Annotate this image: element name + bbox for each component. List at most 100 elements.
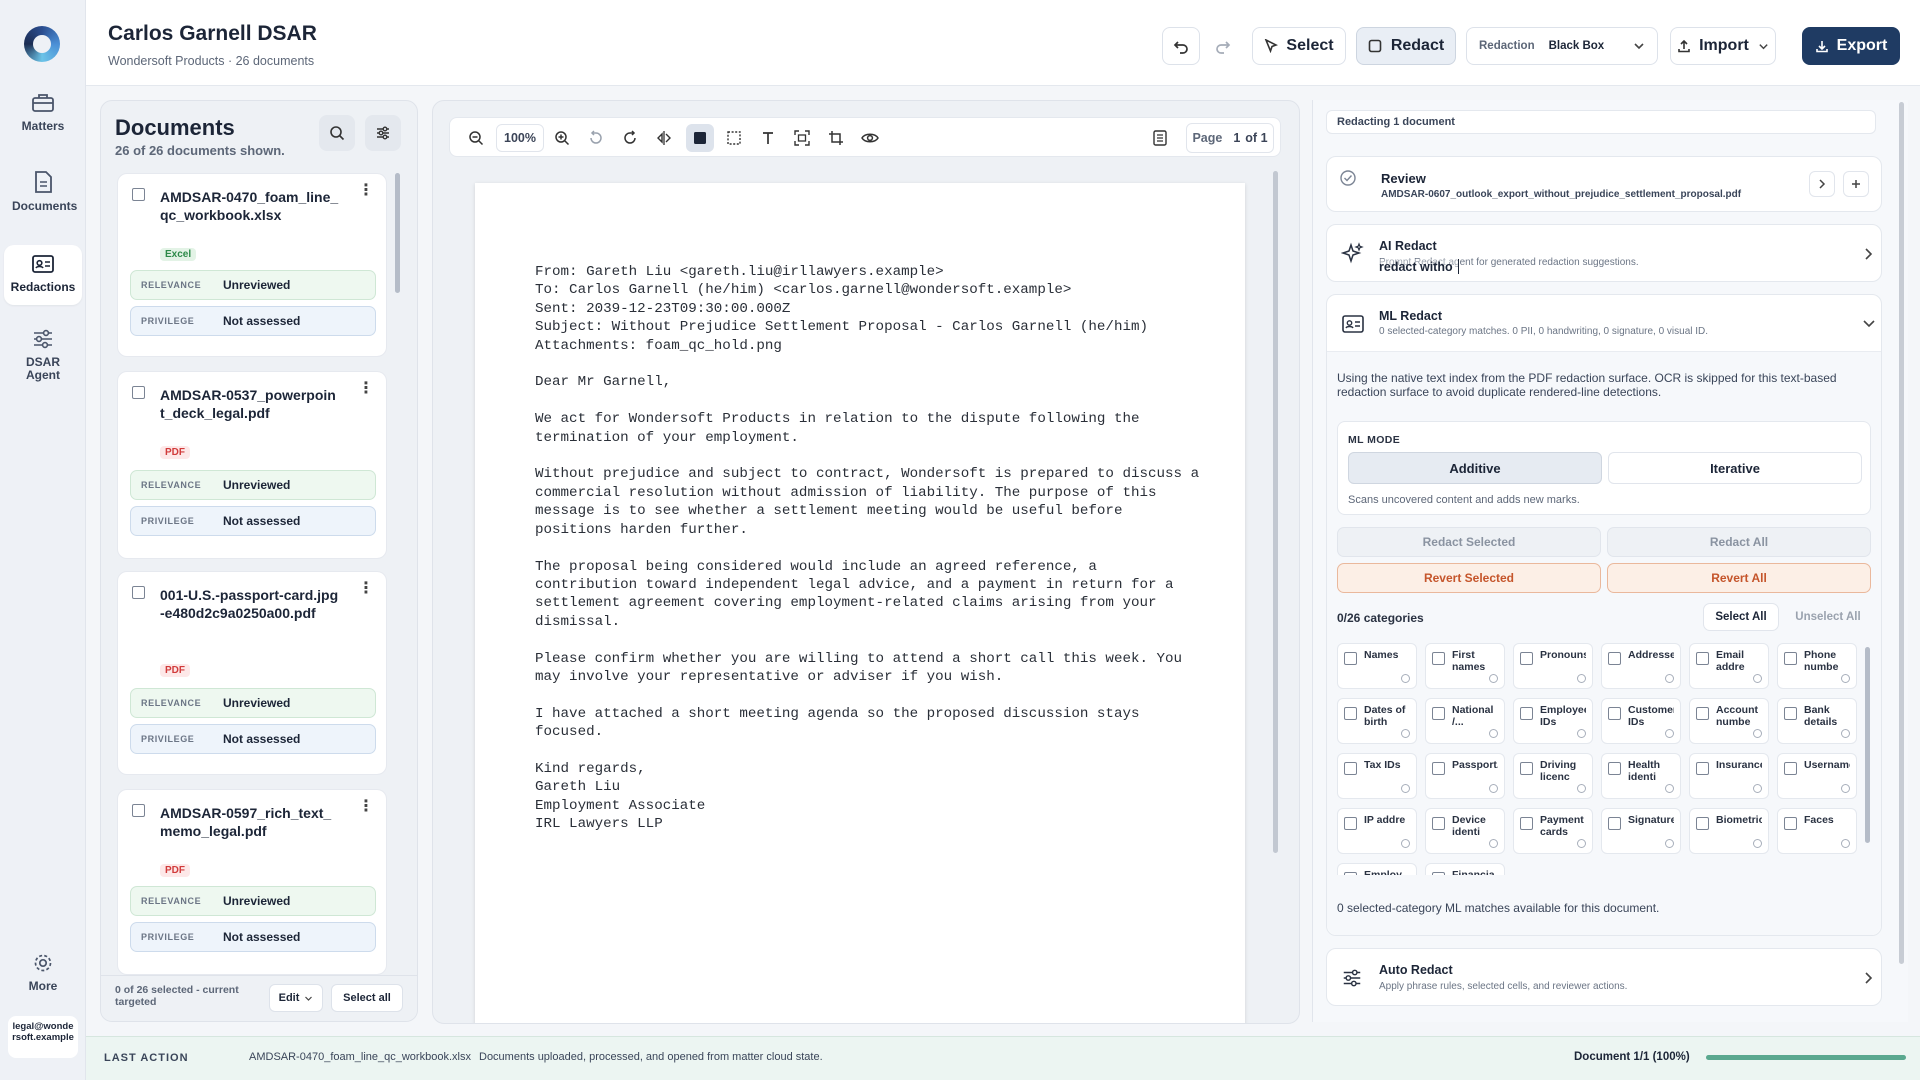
category-checkbox[interactable] <box>1608 652 1621 665</box>
category-checkbox[interactable] <box>1784 652 1797 665</box>
mode-iterative-button[interactable]: Iterative <box>1608 452 1862 484</box>
category-settings-icon[interactable] <box>1841 729 1850 738</box>
category-option[interactable]: Signatures <box>1601 808 1681 854</box>
category-option[interactable]: Health identi <box>1601 753 1681 799</box>
category-option[interactable]: Faces <box>1777 808 1857 854</box>
mode-additive-button[interactable]: Additive <box>1348 452 1602 484</box>
document-menu-button[interactable]: ⋮ <box>358 799 374 815</box>
flip-button[interactable] <box>650 124 678 152</box>
category-settings-icon[interactable] <box>1489 839 1498 848</box>
category-option[interactable]: Bank details <box>1777 698 1857 744</box>
viewer-scrollbar[interactable] <box>1273 171 1278 853</box>
relevance-pill[interactable]: RELEVANCE Unreviewed <box>130 470 376 500</box>
category-settings-icon[interactable] <box>1841 784 1850 793</box>
document-checkbox[interactable] <box>132 386 145 399</box>
privilege-pill[interactable]: PRIVILEGE Not assessed <box>130 306 376 336</box>
category-checkbox[interactable] <box>1608 707 1621 720</box>
search-button[interactable] <box>319 115 355 151</box>
category-checkbox[interactable] <box>1696 652 1709 665</box>
text-tool[interactable] <box>754 124 782 152</box>
document-checkbox[interactable] <box>132 804 145 817</box>
category-checkbox[interactable] <box>1344 762 1357 775</box>
export-button[interactable]: Export <box>1802 27 1900 65</box>
category-checkbox[interactable] <box>1696 762 1709 775</box>
revert-selected-button[interactable]: Revert Selected <box>1337 563 1601 593</box>
document-checkbox[interactable] <box>132 188 145 201</box>
zoom-out-button[interactable] <box>462 124 490 152</box>
filter-button[interactable] <box>365 115 401 151</box>
category-option[interactable]: National /... <box>1425 698 1505 744</box>
select-all-button[interactable]: Select all <box>331 984 403 1012</box>
documents-scrollbar[interactable] <box>395 173 400 293</box>
category-checkbox[interactable] <box>1784 762 1797 775</box>
ai-redact-card[interactable]: AI Redact Prompt Redact agent for genera… <box>1326 224 1882 282</box>
category-option[interactable]: Driving licenc <box>1513 753 1593 799</box>
category-settings-icon[interactable] <box>1665 674 1674 683</box>
ai-prompt-input[interactable]: redact witho <box>1379 259 1460 274</box>
nav-item-redactions[interactable]: Redactions <box>4 245 82 305</box>
category-option[interactable]: First names <box>1425 643 1505 689</box>
category-option[interactable]: Financia <box>1425 863 1505 875</box>
rotate-right-button[interactable] <box>616 124 644 152</box>
redact-all-button[interactable]: Redact All <box>1607 527 1871 557</box>
review-next-button[interactable] <box>1809 171 1835 197</box>
document-menu-button[interactable]: ⋮ <box>358 381 374 397</box>
category-settings-icon[interactable] <box>1841 674 1850 683</box>
redo-button[interactable] <box>1204 27 1242 65</box>
category-settings-icon[interactable] <box>1577 784 1586 793</box>
category-option[interactable]: IP addre <box>1337 808 1417 854</box>
rotate-left-button[interactable] <box>582 124 610 152</box>
category-settings-icon[interactable] <box>1489 674 1498 683</box>
auto-redact-card[interactable]: Auto Redact Apply phrase rules, selected… <box>1326 948 1882 1006</box>
category-checkbox[interactable] <box>1432 872 1445 875</box>
category-option[interactable]: Tax IDs <box>1337 753 1417 799</box>
category-settings-icon[interactable] <box>1489 784 1498 793</box>
category-option[interactable]: Device identi <box>1425 808 1505 854</box>
select-button[interactable]: Select <box>1252 27 1346 65</box>
category-settings-icon[interactable] <box>1577 674 1586 683</box>
privilege-pill[interactable]: PRIVILEGE Not assessed <box>130 922 376 952</box>
category-option[interactable]: Email addre <box>1689 643 1769 689</box>
category-checkbox[interactable] <box>1432 652 1445 665</box>
relevance-pill[interactable]: RELEVANCE Unreviewed <box>130 886 376 916</box>
category-option[interactable]: Addresses <box>1601 643 1681 689</box>
document-menu-button[interactable]: ⋮ <box>358 581 374 597</box>
zoom-in-button[interactable] <box>548 124 576 152</box>
category-settings-icon[interactable] <box>1577 839 1586 848</box>
category-settings-icon[interactable] <box>1489 729 1498 738</box>
right-scrollbar[interactable] <box>1899 102 1904 964</box>
category-checkbox[interactable] <box>1432 817 1445 830</box>
preview-toggle[interactable] <box>856 124 884 152</box>
category-checkbox[interactable] <box>1696 817 1709 830</box>
chevron-down-icon[interactable] <box>1863 319 1875 329</box>
undo-button[interactable] <box>1162 27 1200 65</box>
category-settings-icon[interactable] <box>1665 839 1674 848</box>
relevance-pill[interactable]: RELEVANCE Unreviewed <box>130 688 376 718</box>
category-checkbox[interactable] <box>1608 762 1621 775</box>
category-settings-icon[interactable] <box>1401 839 1410 848</box>
category-settings-icon[interactable] <box>1841 839 1850 848</box>
category-settings-icon[interactable] <box>1753 729 1762 738</box>
category-option[interactable]: Usernames <box>1777 753 1857 799</box>
category-option[interactable]: Phone numbe <box>1777 643 1857 689</box>
zoom-level[interactable]: 100% <box>496 124 544 152</box>
category-option[interactable]: Customer IDs <box>1601 698 1681 744</box>
category-checkbox[interactable] <box>1520 707 1533 720</box>
category-checkbox[interactable] <box>1520 762 1533 775</box>
category-option[interactable]: Pronouns <box>1513 643 1593 689</box>
category-settings-icon[interactable] <box>1401 784 1410 793</box>
import-button[interactable]: Import <box>1670 27 1776 65</box>
category-checkbox[interactable] <box>1344 817 1357 830</box>
category-checkbox[interactable] <box>1432 707 1445 720</box>
document-card[interactable]: AMDSAR-0597_rich_text_memo_legal.pdf ⋮ P… <box>117 789 387 975</box>
redact-mode-button[interactable]: Redact <box>1356 27 1456 65</box>
nav-item-matters[interactable]: Matters <box>4 92 82 146</box>
privilege-pill[interactable]: PRIVILEGE Not assessed <box>130 724 376 754</box>
category-checkbox[interactable] <box>1784 817 1797 830</box>
scan-tool[interactable] <box>788 124 816 152</box>
redaction-style-select[interactable]: Redaction Black Box <box>1466 27 1658 65</box>
user-badge[interactable]: legal@wondersoft.example <box>8 1016 78 1058</box>
category-settings-icon[interactable] <box>1577 729 1586 738</box>
review-add-button[interactable] <box>1843 171 1869 197</box>
category-checkbox[interactable] <box>1696 707 1709 720</box>
